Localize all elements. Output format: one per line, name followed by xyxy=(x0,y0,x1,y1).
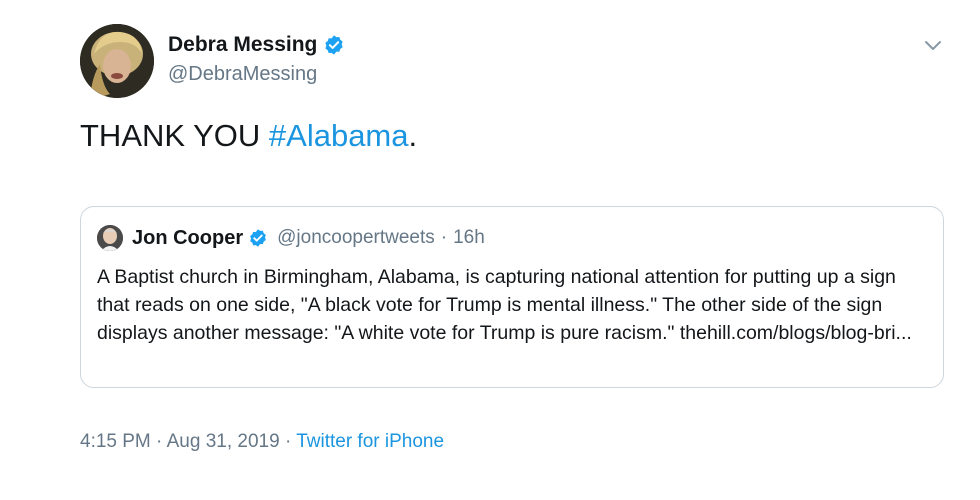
author-info: Debra Messing @DebraMessing xyxy=(168,33,345,86)
tweet-source-link[interactable]: Twitter for iPhone xyxy=(296,431,444,452)
tweet-text: THANK YOU #Alabama. xyxy=(80,118,417,154)
tweet-date[interactable]: Aug 31, 2019 xyxy=(167,431,280,452)
quoted-meta-separator: · xyxy=(440,227,448,248)
chevron-down-icon[interactable] xyxy=(920,32,946,58)
tweet-time[interactable]: 4:15 PM xyxy=(80,431,151,452)
author-name-row: Debra Messing xyxy=(168,33,345,57)
verified-badge-icon xyxy=(248,228,268,248)
quoted-author-name: Jon Cooper xyxy=(132,226,244,249)
tweet-text-trailing: . xyxy=(408,118,418,153)
quoted-tweet-text: A Baptist church in Birmingham, Alabama,… xyxy=(97,266,912,344)
quoted-tweet[interactable]: Jon Cooper @joncoopertweets · 16h A Bapt… xyxy=(80,206,944,388)
quoted-tweet-time: 16h xyxy=(453,227,485,248)
verified-badge-icon xyxy=(323,34,345,56)
tweet-card: Debra Messing @DebraMessing THANK YOU #A… xyxy=(0,0,980,500)
author-avatar[interactable] xyxy=(80,24,154,98)
author-name[interactable]: Debra Messing xyxy=(168,33,317,57)
hashtag-link[interactable]: #Alabama xyxy=(269,118,409,153)
quoted-tweet-header: Jon Cooper @joncoopertweets · 16h xyxy=(97,225,485,251)
author-handle[interactable]: @DebraMessing xyxy=(168,63,345,86)
footer-separator: · xyxy=(156,431,163,452)
tweet-footer: 4:15 PM · Aug 31, 2019 · Twitter for iPh… xyxy=(80,431,444,453)
footer-separator: · xyxy=(284,431,292,452)
tweet-text-main: THANK YOU xyxy=(80,118,269,153)
quoted-author-avatar xyxy=(97,225,123,251)
quoted-author-handle: @joncoopertweets xyxy=(277,227,435,248)
